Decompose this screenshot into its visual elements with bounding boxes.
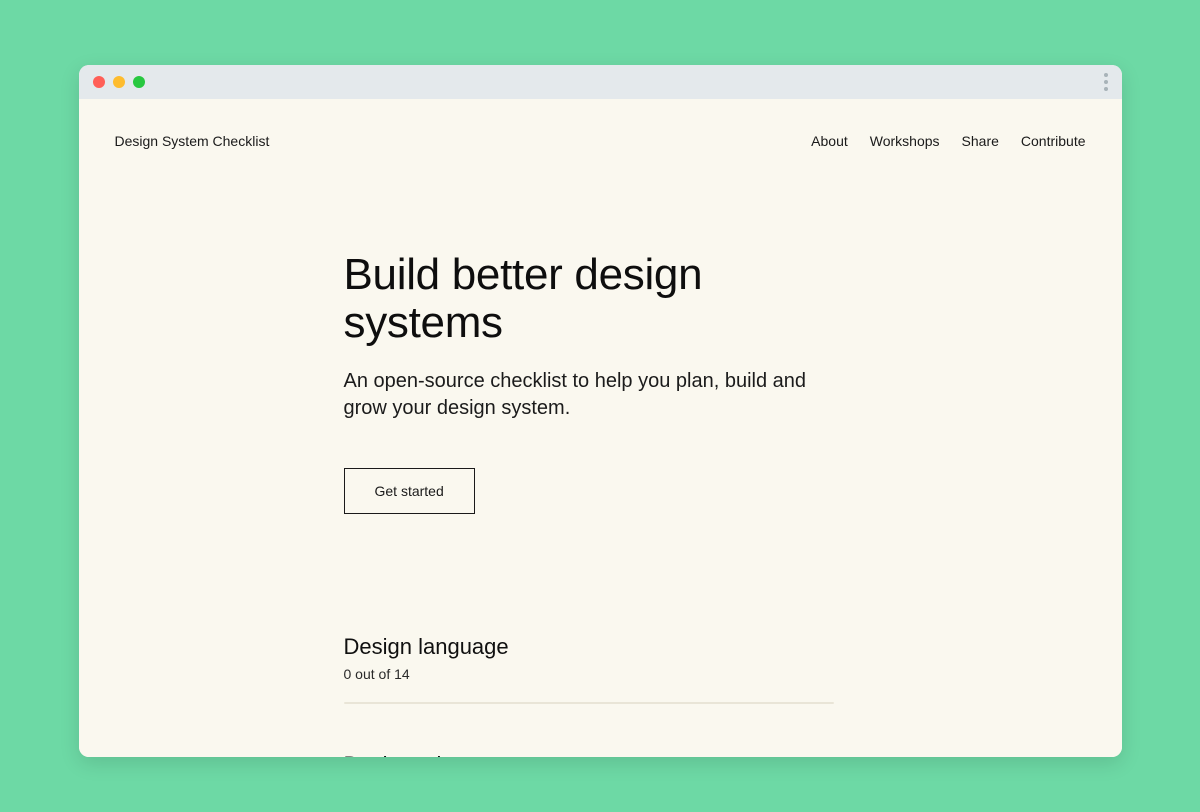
nav-share[interactable]: Share	[962, 133, 999, 149]
more-icon[interactable]	[1104, 73, 1108, 91]
section-title: Design language	[344, 634, 859, 660]
page-content: Design System Checklist About Workshops …	[79, 99, 1122, 757]
nav-about[interactable]: About	[811, 133, 848, 149]
section-title: Design tokens	[344, 752, 859, 757]
hero-subtitle: An open-source checklist to help you pla…	[344, 368, 814, 422]
hero: Build better design systems An open-sour…	[79, 159, 859, 514]
window-titlebar	[79, 65, 1122, 99]
progress-bar	[344, 702, 834, 704]
nav-links: About Workshops Share Contribute	[811, 133, 1085, 149]
nav-contribute[interactable]: Contribute	[1021, 133, 1086, 149]
hero-title: Build better design systems	[344, 251, 859, 348]
brand-title[interactable]: Design System Checklist	[115, 133, 270, 149]
maximize-icon[interactable]	[133, 76, 145, 88]
checklist-sections: Design language 0 out of 14 Design token…	[79, 514, 859, 757]
minimize-icon[interactable]	[113, 76, 125, 88]
section-design-tokens[interactable]: Design tokens 0 out of 21	[344, 752, 859, 757]
section-design-language[interactable]: Design language 0 out of 14	[344, 634, 859, 752]
top-nav: Design System Checklist About Workshops …	[79, 99, 1122, 159]
nav-workshops[interactable]: Workshops	[870, 133, 940, 149]
close-icon[interactable]	[93, 76, 105, 88]
browser-window: Design System Checklist About Workshops …	[79, 65, 1122, 757]
get-started-button[interactable]: Get started	[344, 468, 475, 514]
window-controls	[93, 76, 145, 88]
section-progress-text: 0 out of 14	[344, 666, 859, 682]
